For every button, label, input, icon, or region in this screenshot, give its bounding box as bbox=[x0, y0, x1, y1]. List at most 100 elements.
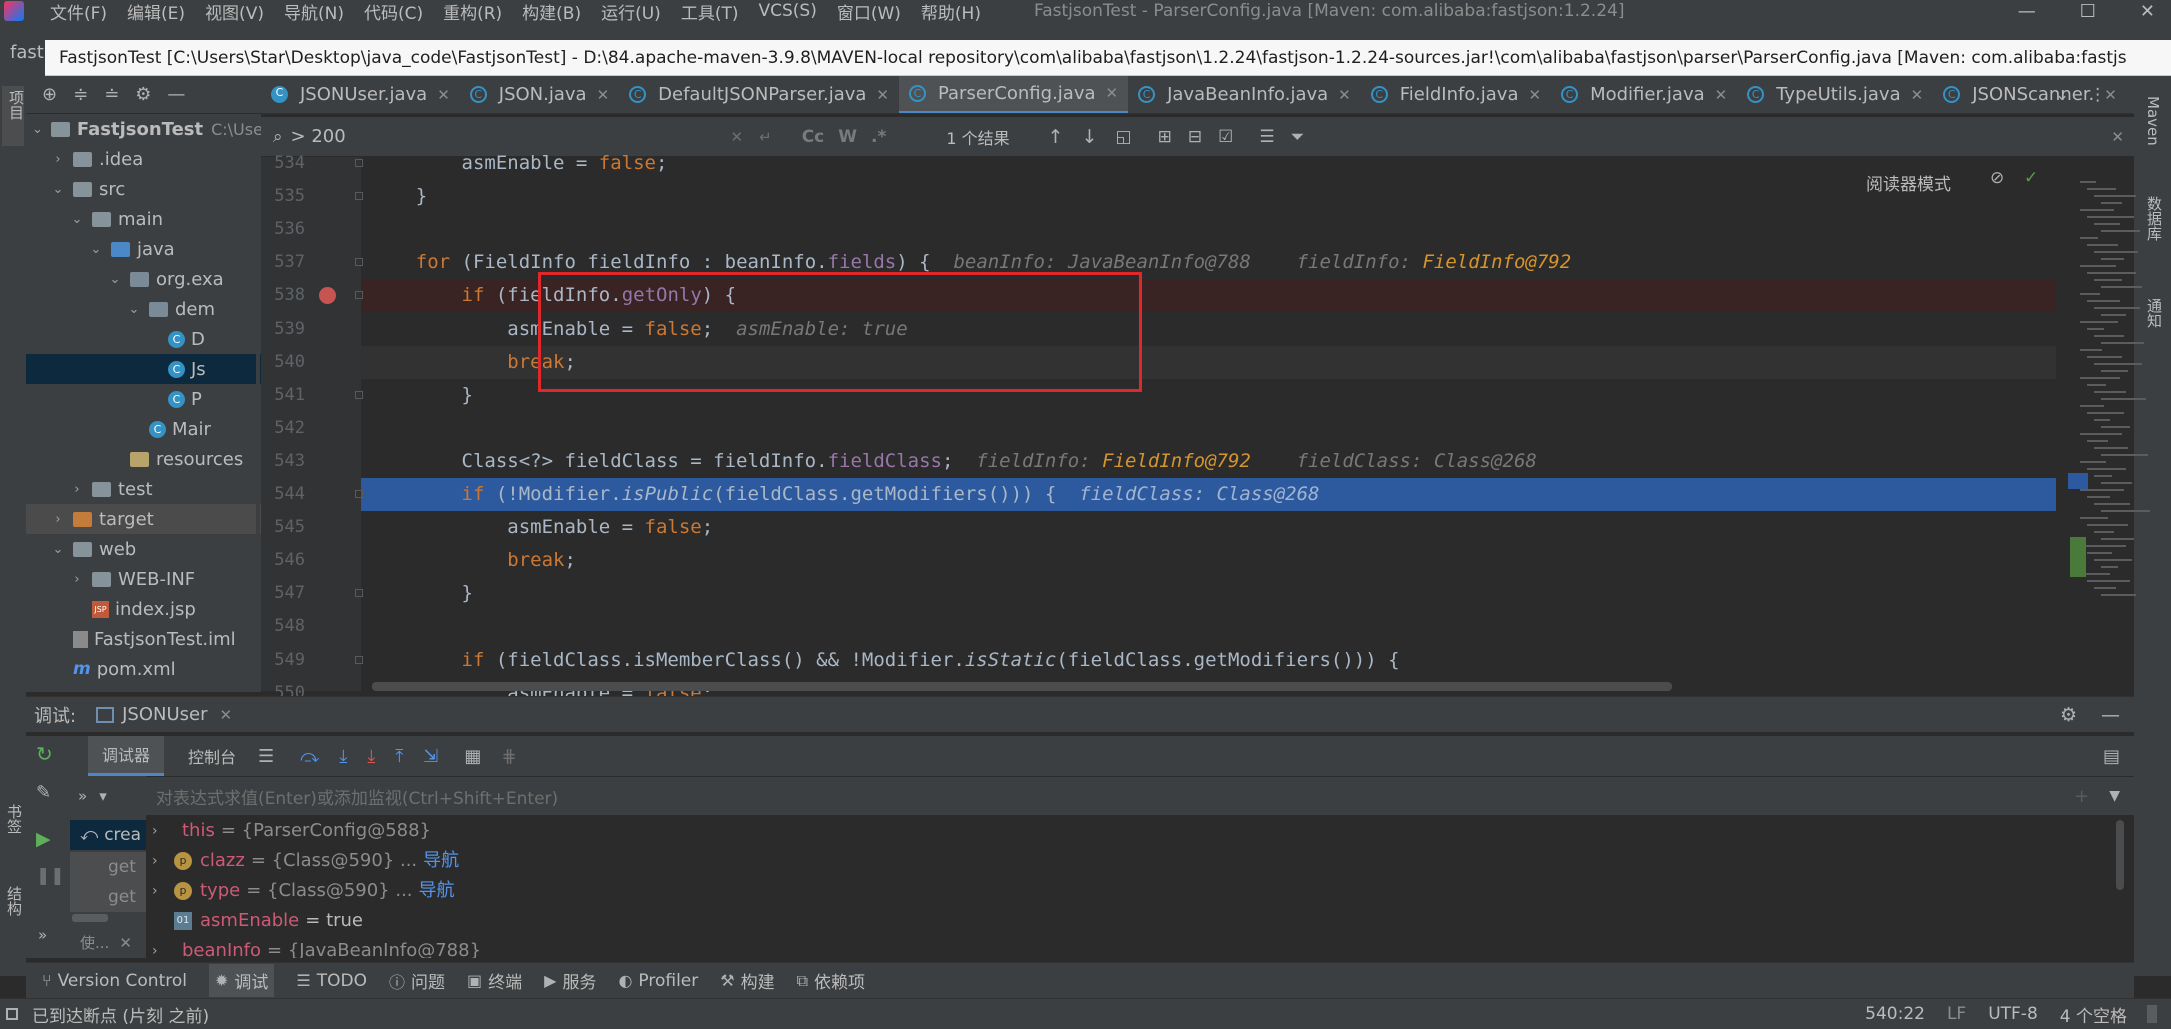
line-separator[interactable]: LF bbox=[1947, 1004, 1966, 1024]
clear-search-icon[interactable]: ✕ bbox=[731, 128, 744, 146]
chevron-down-icon[interactable]: ⌄ bbox=[127, 302, 141, 317]
debug-settings-gear-icon[interactable]: ⚙ bbox=[2060, 704, 2077, 726]
lock-icon[interactable] bbox=[2147, 1005, 2157, 1023]
add-selection-icon[interactable]: ⊞ bbox=[1158, 127, 1172, 147]
tree-item[interactable]: CD bbox=[26, 324, 261, 354]
chevron-down-icon[interactable]: ⌄ bbox=[51, 542, 65, 557]
chevron-down-icon[interactable]: ⌄ bbox=[108, 272, 122, 287]
close-icon[interactable]: ✕ bbox=[2140, 1, 2155, 22]
fold-marker-icon[interactable] bbox=[355, 589, 363, 597]
menu-item[interactable]: 导航(N) bbox=[284, 0, 344, 24]
frames-more-icon[interactable]: » bbox=[78, 787, 87, 805]
fold-marker-icon[interactable] bbox=[355, 391, 363, 399]
layout-menu-icon[interactable]: ☰ bbox=[258, 746, 274, 767]
tree-item[interactable]: ⌄ dem bbox=[26, 294, 261, 324]
breakpoint-icon[interactable] bbox=[319, 287, 336, 304]
close-debug-tab-icon[interactable]: ✕ bbox=[219, 706, 232, 724]
expand-all-icon[interactable]: ≑ bbox=[73, 84, 88, 105]
navigate-link[interactable]: 导航 bbox=[419, 876, 455, 906]
frame-item[interactable]: get bbox=[70, 852, 146, 882]
chevron-right-icon[interactable]: › bbox=[51, 152, 65, 167]
open-in-window-icon[interactable]: ◱ bbox=[1116, 127, 1132, 147]
evaluate-expression-icon[interactable]: ▦ bbox=[464, 746, 481, 767]
bookmarks-tool-label[interactable]: 书签 bbox=[4, 804, 25, 834]
new-line-icon[interactable]: ↵ bbox=[759, 128, 772, 146]
tree-item[interactable]: resources bbox=[26, 444, 261, 474]
code-editor[interactable] bbox=[261, 157, 2066, 691]
collapse-all-icon[interactable]: ≐ bbox=[104, 84, 119, 105]
reader-mode-label[interactable]: 阅读器模式 bbox=[1866, 170, 1951, 195]
menu-item[interactable]: 运行(U) bbox=[601, 0, 661, 24]
bottom-tab[interactable]: ▶ 服务 bbox=[544, 968, 596, 993]
pause-icon[interactable]: ❚❚ bbox=[36, 866, 65, 886]
menu-item[interactable]: 重构(R) bbox=[443, 0, 502, 24]
close-tab-icon[interactable]: ✕ bbox=[437, 86, 450, 104]
fold-marker-icon[interactable] bbox=[355, 656, 363, 664]
hidden-eye-icon[interactable]: ⊘ bbox=[1990, 168, 2004, 188]
close-tab-icon[interactable]: ✕ bbox=[1528, 86, 1541, 104]
close-tab-icon[interactable]: ✕ bbox=[1715, 86, 1728, 104]
close-tab-icon[interactable]: ✕ bbox=[1911, 86, 1924, 104]
modify-run-config-icon[interactable]: ✎ bbox=[36, 782, 51, 803]
status-toggle-icon[interactable] bbox=[6, 1008, 18, 1020]
expand-chevron-icon[interactable]: › bbox=[152, 846, 174, 876]
fold-marker-icon[interactable] bbox=[355, 258, 363, 266]
variable-row[interactable]: 01 asmEnable = true bbox=[152, 906, 363, 936]
tab-debugger[interactable]: 调试器 bbox=[88, 736, 165, 776]
tree-item[interactable]: JSP index.jsp bbox=[26, 594, 261, 624]
more-actions-icon[interactable]: » bbox=[38, 926, 47, 944]
menu-item[interactable]: 工具(T) bbox=[681, 0, 739, 24]
more-tabs-icon[interactable]: ⋮ bbox=[2089, 85, 2106, 105]
bottom-tab[interactable]: ⑂ Version Control bbox=[42, 971, 187, 991]
match-case-toggle[interactable]: Cc bbox=[802, 127, 825, 147]
bottom-tab[interactable]: ☰ TODO bbox=[296, 971, 367, 991]
expand-chevron-icon[interactable]: › bbox=[152, 816, 174, 846]
variable-row[interactable]: › p clazz = {Class@590} ... 导航 bbox=[152, 846, 459, 876]
bottom-tab[interactable]: ▣ 终端 bbox=[467, 968, 522, 993]
menu-item[interactable]: 帮助(H) bbox=[921, 0, 981, 24]
tree-item[interactable]: ⌄ main bbox=[26, 204, 261, 234]
tree-item[interactable]: ⌄ web bbox=[26, 534, 261, 564]
editor-tab[interactable]: C FieldInfo.java ✕ bbox=[1361, 76, 1551, 113]
tree-item[interactable]: › WEB-INF bbox=[26, 564, 261, 594]
frame-item[interactable]: ⤺ crea bbox=[70, 820, 146, 850]
whole-words-toggle[interactable]: W bbox=[838, 127, 857, 147]
chevron-right-icon[interactable]: › bbox=[70, 572, 84, 587]
fold-marker-icon[interactable] bbox=[355, 159, 363, 167]
error-stripe[interactable] bbox=[2066, 157, 2150, 691]
step-over-icon[interactable]: ⤼ bbox=[300, 746, 319, 767]
tree-item[interactable]: ⌄ org.exa bbox=[26, 264, 261, 294]
bottom-tab[interactable]: ⚒ 构建 bbox=[720, 968, 774, 993]
next-occurrence-icon[interactable]: ↓ bbox=[1082, 126, 1098, 148]
chevron-down-icon[interactable]: ⌄ bbox=[51, 182, 65, 197]
in-selection-icon[interactable]: ☰ bbox=[1259, 127, 1274, 147]
locate-icon[interactable]: ⊕ bbox=[42, 84, 57, 105]
tree-item[interactable]: ⌄ src bbox=[26, 174, 261, 204]
chevron-right-icon[interactable]: › bbox=[70, 482, 84, 497]
variable-row[interactable]: › beanInfo = {JavaBeanInfo@788} bbox=[152, 936, 481, 958]
restore-layout-icon[interactable]: ▤ bbox=[2103, 746, 2120, 767]
notifications-tool-label[interactable]: 通知 bbox=[2144, 298, 2165, 328]
menu-item[interactable]: 代码(C) bbox=[364, 0, 423, 24]
caret-position[interactable]: 540:22 bbox=[1865, 1004, 1925, 1024]
variables-scrollbar[interactable] bbox=[2116, 820, 2124, 890]
find-input[interactable]: > 200 bbox=[291, 126, 731, 147]
add-watch-icon[interactable]: + bbox=[2074, 786, 2089, 807]
resume-icon[interactable]: ▶ bbox=[36, 828, 51, 850]
tree-item[interactable]: › test bbox=[26, 474, 261, 504]
close-tab-icon[interactable]: ✕ bbox=[597, 86, 610, 104]
watch-input[interactable]: 对表达式求值(Enter)或添加监视(Ctrl+Shift+Enter) bbox=[156, 784, 558, 809]
chevron-down-icon[interactable]: ⌄ bbox=[89, 242, 103, 257]
editor-tab[interactable]: C Modifier.java ✕ bbox=[1551, 76, 1737, 113]
close-tab-icon[interactable]: ✕ bbox=[1106, 84, 1119, 102]
menu-item[interactable]: 窗口(W) bbox=[837, 0, 901, 24]
step-into-icon[interactable]: ⤓ bbox=[339, 746, 347, 767]
run-to-cursor-icon[interactable]: ⇲ bbox=[423, 746, 438, 767]
tree-item[interactable]: ⌄ java bbox=[26, 234, 261, 264]
horizontal-scrollbar[interactable] bbox=[372, 682, 1672, 691]
debug-config-tab[interactable]: JSONUser bbox=[122, 704, 207, 725]
editor-tab[interactable]: C JSON.java ✕ bbox=[460, 76, 619, 113]
expand-chevron-icon[interactable]: › bbox=[152, 936, 174, 958]
menu-item[interactable]: 视图(V) bbox=[205, 0, 264, 24]
close-tab-icon[interactable]: ✕ bbox=[876, 86, 889, 104]
